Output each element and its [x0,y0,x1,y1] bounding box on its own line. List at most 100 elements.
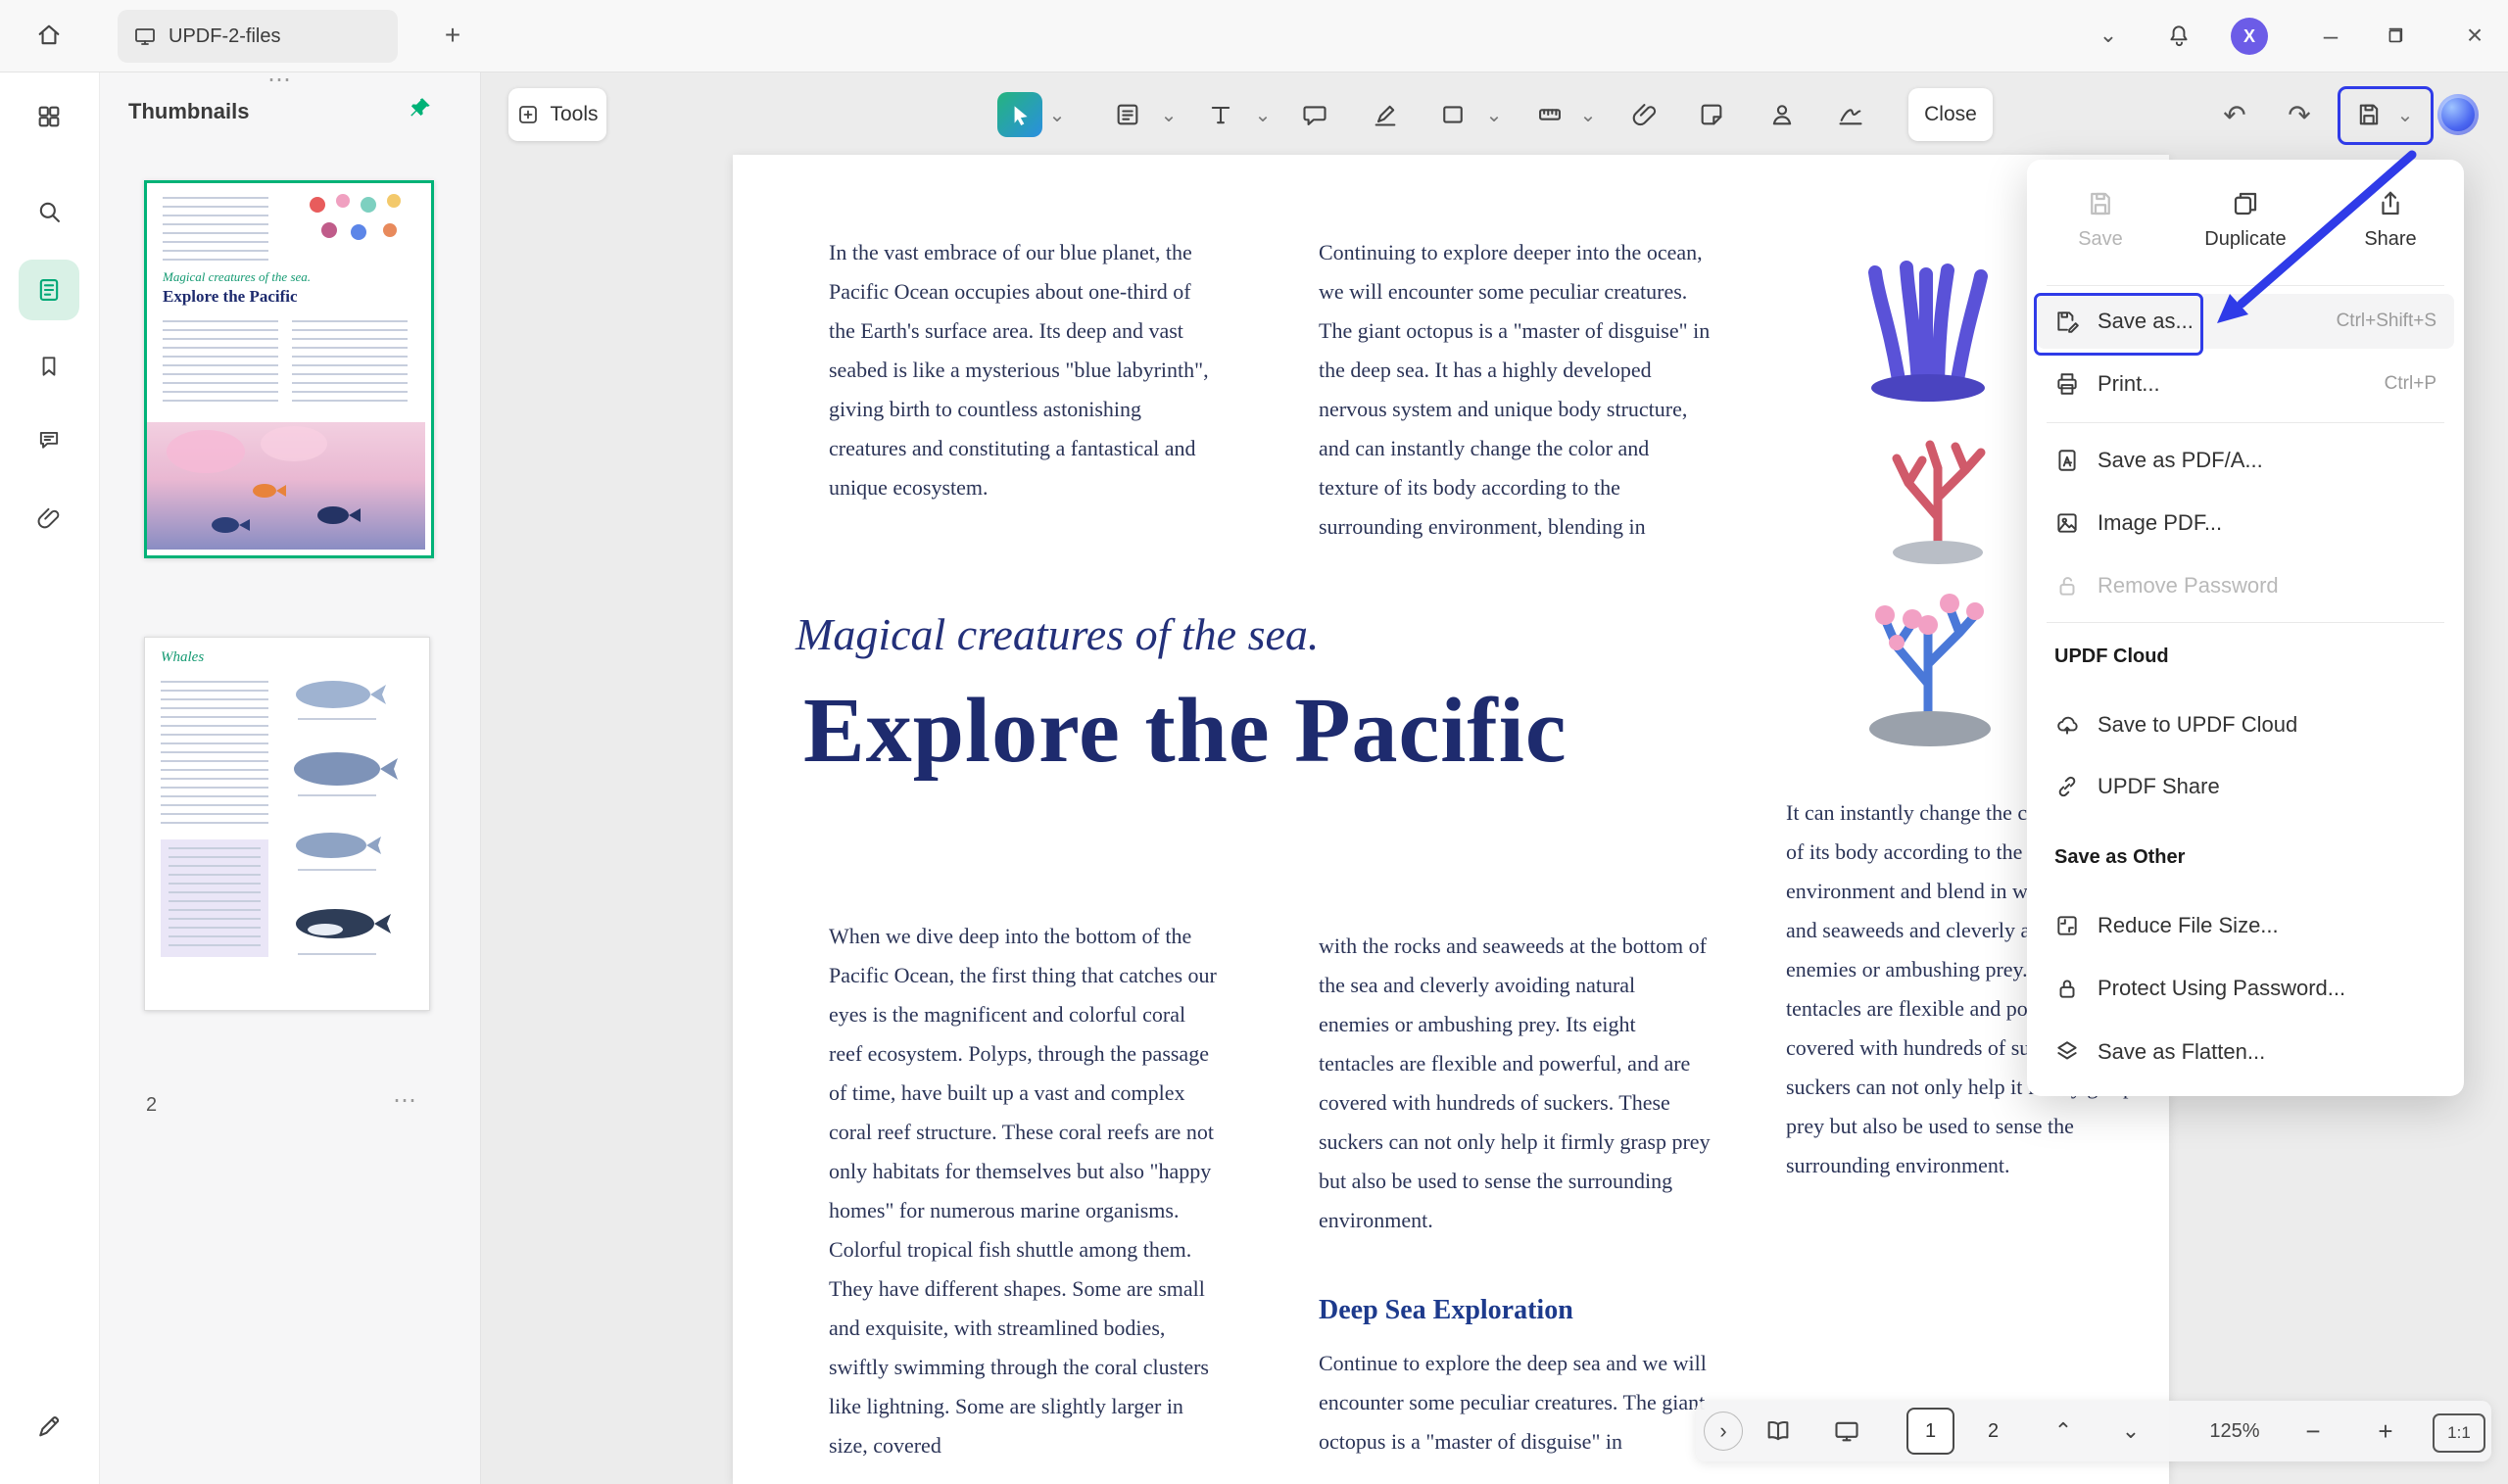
thumbnails-panel: ⋯ Thumbnails Magical creatures of the se… [99,72,481,1484]
title-bar: UPDF-2-files + ⌄ X – × [0,0,2508,72]
bottom-bar: › 1 2 ⌃ ⌄ 125% − + 1:1 [1696,1401,2491,1461]
menu-save-action: Save [2037,189,2164,251]
next-page-icon[interactable]: ⌄ [2111,1412,2150,1451]
doc-col2-paragraph-1: Continuing to explore deeper into the oc… [1319,233,1711,547]
tools-button[interactable]: Tools [508,88,606,141]
zoom-in-icon[interactable]: + [2366,1412,2405,1451]
shape-tool-chevron-icon[interactable]: ⌄ [1483,95,1505,134]
save-menu-chevron-icon[interactable]: ⌄ [2394,95,2416,134]
edit-pdf-tool[interactable] [1108,95,1147,134]
document-tab[interactable]: UPDF-2-files [118,10,398,63]
close-toolbar-button[interactable]: Close [1908,88,1993,141]
ai-assistant-icon[interactable] [2437,94,2479,135]
tabs-chevron-icon[interactable]: ⌄ [2087,14,2130,57]
page-1-button[interactable]: 1 [1906,1408,1954,1455]
measure-tool-chevron-icon[interactable]: ⌄ [1577,95,1599,134]
minimize-button[interactable]: – [2309,14,2352,57]
new-tab-button[interactable]: + [431,14,474,57]
cloud-upload-icon [2054,712,2080,738]
pdfa-icon [2054,448,2080,473]
reduce-size-icon [2054,913,2080,938]
page-2-thumbnail[interactable]: Whales [144,637,430,1011]
page-2-button[interactable]: 2 [1969,1408,2017,1455]
select-tool-button[interactable] [997,92,1042,137]
previous-page-icon[interactable]: ⌃ [2044,1412,2083,1451]
highlighter-tool[interactable] [1366,95,1405,134]
menu-item-print[interactable]: Print... Ctrl+P [2037,357,2454,411]
thumb1-script-heading: Magical creatures of the sea. [163,269,311,285]
sticker-tool[interactable] [1692,95,1731,134]
pen-tools-icon[interactable] [19,1396,79,1457]
comment-tool[interactable] [1295,95,1334,134]
menu-item-save-as-pdfa[interactable]: Save as PDF/A... [2037,433,2454,488]
updf-app-window: UPDF-2-files + ⌄ X – × [0,0,2508,1484]
menu-item-save-as[interactable]: Save as... Ctrl+Shift+S [2037,294,2454,349]
reader-view-icon[interactable] [1759,1412,1798,1451]
notification-bell-icon[interactable] [2157,14,2200,57]
doc-col2-paragraph-2: with the rocks and seaweeds at the botto… [1319,927,1711,1240]
shape-tool[interactable] [1433,95,1472,134]
thumbnails-title: Thumbnails [128,99,249,124]
menu-duplicate-action[interactable]: Duplicate [2182,189,2309,251]
share-link-icon [2054,774,2080,799]
page-1-thumbnail[interactable]: Magical creatures of the sea. Explore th… [144,180,434,558]
search-icon[interactable] [19,181,79,242]
image-pdf-icon [2054,510,2080,536]
home-icon[interactable] [27,14,71,57]
text-tool[interactable] [1201,95,1240,134]
pin-panel-icon[interactable] [408,95,433,120]
thumb2-whales [282,667,421,990]
doc-title: Explore the Pacific [803,672,1881,790]
zoom-level[interactable]: 125% [2191,1412,2279,1451]
close-window-button[interactable]: × [2453,14,2496,57]
menu-section-updf-cloud: UPDF Cloud [2054,646,2169,668]
pdf-page[interactable]: In the vast embrace of our blue planet, … [733,155,2169,1484]
edit-tool-chevron-icon[interactable]: ⌄ [1158,95,1180,134]
share-icon [2376,189,2405,218]
stamp-tool[interactable] [1762,95,1802,134]
doc-col1-paragraph-1: In the vast embrace of our blue planet, … [829,233,1217,507]
sidebar-thumbnails-button[interactable] [19,260,79,320]
save-icon [2086,189,2115,218]
doc-subheading: Deep Sea Exploration [1319,1291,1711,1330]
save-icon[interactable] [2349,95,2388,134]
menu-item-image-pdf[interactable]: Image PDF... [2037,496,2454,551]
menu-item-reduce-file-size[interactable]: Reduce File Size... [2037,898,2454,953]
actual-size-button[interactable]: 1:1 [2433,1413,2485,1453]
comments-list-icon[interactable] [19,409,79,470]
left-sidebar [0,72,100,1484]
print-icon [2054,371,2080,397]
menu-item-save-to-updf-cloud[interactable]: Save to UPDF Cloud [2037,697,2454,752]
thumb1-coral-icons [304,191,411,248]
maximize-button[interactable] [2373,14,2416,57]
text-tool-chevron-icon[interactable]: ⌄ [1252,95,1274,134]
lock-icon [2054,976,2080,1001]
thumb1-title: Explore the Pacific [163,287,298,307]
attachments-icon[interactable] [19,488,79,549]
attachment-tool[interactable] [1625,95,1664,134]
doc-script-heading: Magical creatures of the sea. [796,607,1677,662]
menu-item-protect-using-password[interactable]: Protect Using Password... [2037,961,2454,1016]
cursor-icon [1007,102,1033,127]
doc-col2-paragraph-3: Continue to explore the deep sea and we … [1319,1344,1711,1461]
shortcut-label: Ctrl+P [2385,373,2436,395]
menu-share-action[interactable]: Share [2327,189,2454,251]
presentation-icon[interactable] [1827,1412,1866,1451]
bookmarks-icon[interactable] [19,336,79,397]
thumb2-menu-button[interactable]: ⋯ [393,1086,418,1115]
shortcut-label: Ctrl+Shift+S [2337,311,2436,332]
zoom-out-icon[interactable]: − [2293,1412,2333,1451]
select-tool-chevron-icon[interactable]: ⌄ [1046,95,1068,134]
redo-icon[interactable]: ↷ [2280,95,2319,134]
save-dropdown-menu: Save Duplicate Share Save as... Ctrl+Shi… [2027,160,2464,1096]
signature-tool[interactable] [1831,95,1870,134]
tab-title: UPDF-2-files [169,25,280,48]
menu-item-save-as-flatten[interactable]: Save as Flatten... [2037,1025,2454,1079]
user-avatar[interactable]: X [2231,18,2268,55]
undo-icon[interactable]: ↶ [2215,95,2254,134]
menu-item-updf-share[interactable]: UPDF Share [2037,759,2454,814]
tab-monitor-icon [133,24,157,48]
collapse-bar-icon[interactable]: › [1704,1412,1743,1451]
measure-tool[interactable] [1530,95,1569,134]
apps-grid-icon[interactable] [19,86,79,147]
